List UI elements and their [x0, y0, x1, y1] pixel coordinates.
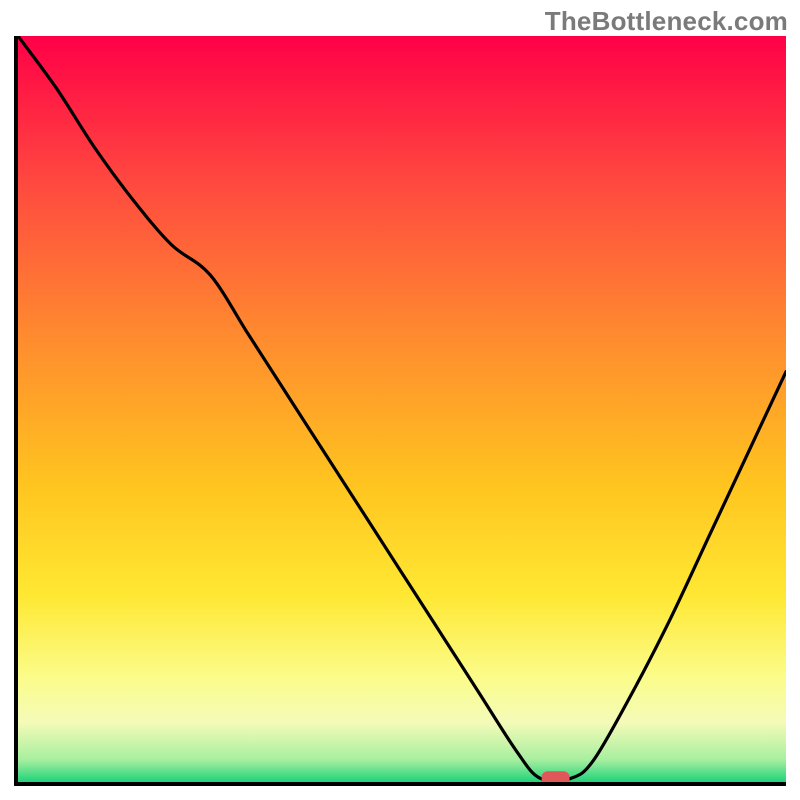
plot-area	[18, 36, 786, 782]
chart-container: TheBottleneck.com	[0, 0, 800, 800]
bottleneck-curve	[18, 36, 786, 781]
watermark-text: TheBottleneck.com	[545, 6, 788, 37]
curve-layer	[18, 36, 786, 782]
optimal-marker	[542, 771, 570, 782]
